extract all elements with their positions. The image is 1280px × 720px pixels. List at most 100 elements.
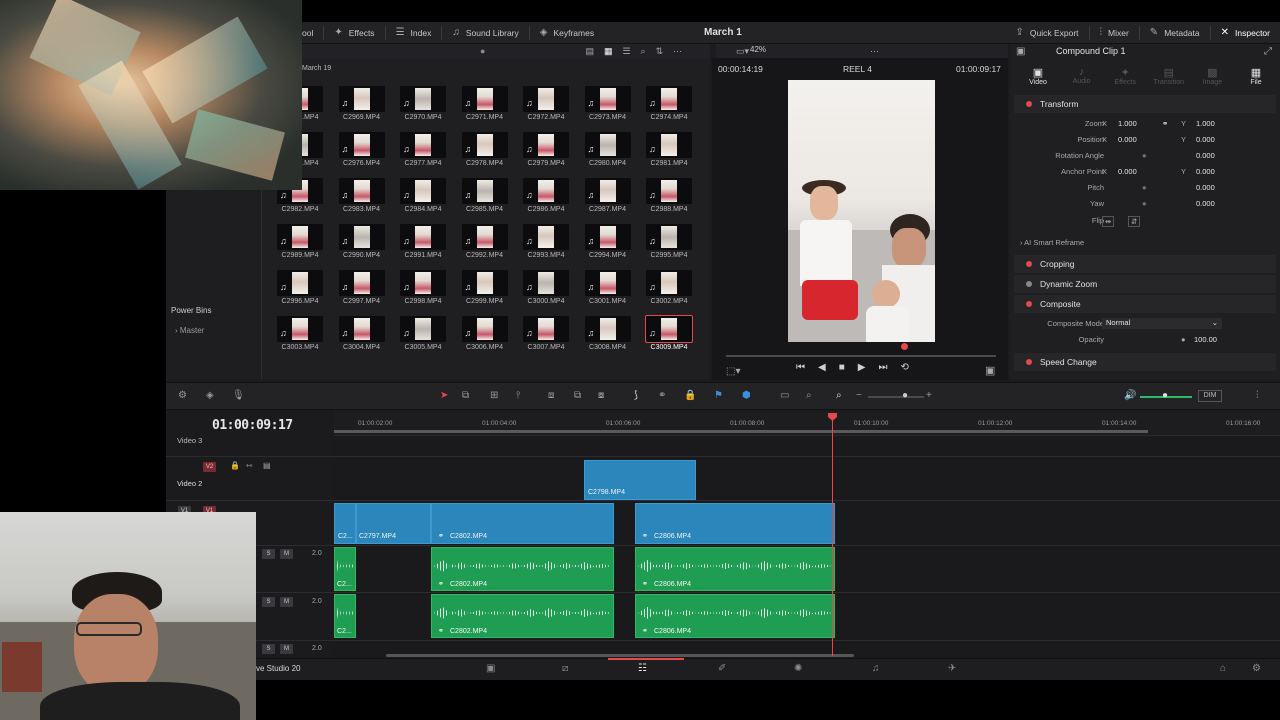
media-clip[interactable]: ♫ C2998.MP4 [399, 270, 447, 308]
lock-icon[interactable]: 🔒 [684, 390, 696, 401]
effects-tab[interactable]: ✦ Effects [324, 22, 384, 44]
trim-tool-icon[interactable]: ⧉ [462, 390, 469, 401]
media-clip[interactable]: ♫ C2985.MP4 [461, 178, 509, 216]
a2-clip[interactable]: ⚭ C2802.MP4 [431, 594, 614, 638]
yaw-field[interactable]: 0.000 [1196, 199, 1215, 208]
tab-effects[interactable]: ✦ Effects [1105, 66, 1145, 86]
media-clip[interactable]: ♫ C3002.MP4 [645, 270, 693, 308]
cropping-section[interactable]: Cropping [1014, 255, 1276, 273]
link-icon[interactable]: ⚭ [1162, 119, 1168, 128]
play-reverse-icon[interactable]: ◀ [818, 362, 826, 373]
media-clip[interactable]: ♫ C2983.MP4 [338, 178, 386, 216]
scrubber-playhead[interactable] [901, 343, 908, 350]
media-clip[interactable]: ♫ C2986.MP4 [522, 178, 570, 216]
a2-clip[interactable]: C2... [334, 594, 356, 638]
zoom-slider[interactable] [868, 396, 924, 398]
media-clip[interactable]: ♫ C2991.MP4 [399, 224, 447, 262]
home-icon[interactable]: ⌂ [1220, 663, 1226, 674]
track-visibility-icon[interactable]: ▤ [263, 461, 271, 470]
media-clip[interactable]: ♫ C2979.MP4 [522, 132, 570, 170]
media-clip[interactable]: ♫ C2976.MP4 [338, 132, 386, 170]
media-clip[interactable]: ♫ C3006.MP4 [461, 316, 509, 354]
media-clip[interactable]: ♫ C2995.MP4 [645, 224, 693, 262]
match-frame-icon[interactable]: ▣ [985, 364, 995, 377]
grid-view-icon[interactable]: ▦ [604, 46, 613, 57]
zoom-in-icon[interactable]: + [926, 390, 932, 401]
linked-selection-icon[interactable]: ⚭ [658, 390, 666, 401]
flag-icon[interactable]: ⚑ [714, 390, 723, 401]
media-clip[interactable]: ♫ C3004.MP4 [338, 316, 386, 354]
keyframes-tab[interactable]: ◈ Keyframes [530, 22, 604, 44]
viewer-options-icon[interactable]: ⋯ [870, 46, 879, 57]
options-icon[interactable]: ⋯ [673, 46, 682, 57]
media-clip[interactable]: ♫ C3003.MP4 [276, 316, 324, 354]
timeline-options-icon[interactable]: ⚙ [178, 390, 187, 401]
ai-smart-reframe[interactable]: › AI Smart Reframe [1020, 238, 1084, 247]
opacity-field[interactable]: 100.00 [1194, 335, 1217, 344]
a1-clip[interactable]: ⚭ C2802.MP4 [431, 547, 614, 591]
audio-meter-icon[interactable]: ◈ [206, 390, 214, 401]
media-clip[interactable]: ♫ C2994.MP4 [584, 224, 632, 262]
media-clip[interactable]: ♫ C2973.MP4 [584, 86, 632, 124]
a3-solo-button[interactable]: S [262, 644, 275, 654]
media-clip[interactable]: ♫ C2996.MP4 [276, 270, 324, 308]
fusion-page-icon[interactable]: ✐ [718, 663, 726, 674]
v1-clip[interactable]: C2... [334, 503, 356, 544]
v2-clip[interactable]: C2798.MP4 [584, 460, 696, 500]
composite-mode-select[interactable]: Normal ⌄ [1102, 318, 1222, 329]
a1-clip[interactable]: C2... [334, 547, 356, 591]
media-clip[interactable]: ♫ C2972.MP4 [522, 86, 570, 124]
zoom-level[interactable]: 42% [750, 45, 766, 54]
microphone-icon[interactable]: 🎙 [232, 390, 245, 401]
media-clip[interactable]: ♫ C2978.MP4 [461, 132, 509, 170]
viewer-scrubber[interactable] [726, 355, 996, 357]
marker-icon[interactable]: ⬢ [742, 390, 751, 401]
list-view-icon[interactable]: ☰ [622, 46, 630, 57]
v2-destination-button[interactable]: V2 [203, 462, 216, 472]
opacity-slider[interactable]: ● [1181, 335, 1186, 344]
sound-library-tab[interactable]: ♫ Sound Library [442, 22, 528, 44]
quick-export-button[interactable]: ⇪ Quick Export [1005, 22, 1088, 44]
dim-button[interactable]: DIM [1198, 390, 1222, 402]
dynamic-zoom-section[interactable]: Dynamic Zoom [1014, 275, 1276, 293]
v1-clip[interactable]: C2797.MP4 [356, 503, 431, 544]
a2-clip[interactable]: ⚭ C2806.MP4 [635, 594, 835, 638]
volume-icon[interactable]: 🔊 [1124, 390, 1136, 401]
dynamic-trim-icon[interactable]: ⊞ [490, 390, 498, 401]
media-clip[interactable]: ♫ C2981.MP4 [645, 132, 693, 170]
transform-section[interactable]: Transform [1014, 95, 1276, 113]
media-clip[interactable]: ♫ C2984.MP4 [399, 178, 447, 216]
enabled-dot-icon[interactable] [1026, 301, 1032, 307]
overwrite-clip-icon[interactable]: ⧉ [574, 390, 581, 401]
media-clip[interactable]: ♫ C3007.MP4 [522, 316, 570, 354]
media-clip[interactable]: ♫ C2970.MP4 [399, 86, 447, 124]
a2-solo-button[interactable]: S [262, 597, 275, 607]
deliver-page-icon[interactable]: ✈ [948, 663, 956, 674]
media-clip[interactable]: ♫ C3009.MP4 [645, 315, 693, 354]
flip-horizontal-icon[interactable]: ⇹ [1102, 216, 1115, 227]
media-clip[interactable]: ♫ C2974.MP4 [645, 86, 693, 124]
media-clip[interactable]: ♫ C2992.MP4 [461, 224, 509, 262]
media-clip[interactable]: ♫ C2977.MP4 [399, 132, 447, 170]
stop-icon[interactable]: ■ [839, 362, 845, 373]
media-clip[interactable]: ♫ C2999.MP4 [461, 270, 509, 308]
slider-dot-icon[interactable]: ● [480, 46, 485, 56]
snapping-icon[interactable]: ⟆ [634, 390, 638, 401]
lock-track-icon[interactable]: 🔒 [230, 461, 240, 470]
search-icon[interactable]: ⌕ [641, 46, 646, 57]
viewer-mode-icon[interactable]: ⬚▾ [726, 366, 740, 377]
volume-knob[interactable]: ● [1162, 390, 1168, 401]
zoom-y-field[interactable]: 1.000 [1196, 119, 1215, 128]
composite-section[interactable]: Composite [1014, 295, 1276, 313]
position-y-field[interactable]: 0.000 [1196, 135, 1215, 144]
play-icon[interactable]: ▶ [858, 362, 866, 373]
auto-select-icon[interactable]: ⇿ [246, 461, 253, 470]
viewer-layout-icon[interactable]: ▭▾ [736, 46, 749, 57]
media-clip[interactable]: ♫ C3000.MP4 [522, 270, 570, 308]
speed-change-section[interactable]: Speed Change [1014, 353, 1276, 371]
tab-image[interactable]: ▩ Image [1192, 66, 1232, 86]
v1-clip[interactable]: ⚭ C2806.MP4 [635, 503, 835, 544]
yaw-slider[interactable]: ● [1142, 199, 1147, 208]
media-clip[interactable]: ♫ C2980.MP4 [584, 132, 632, 170]
pitch-slider[interactable]: ● [1142, 183, 1147, 192]
